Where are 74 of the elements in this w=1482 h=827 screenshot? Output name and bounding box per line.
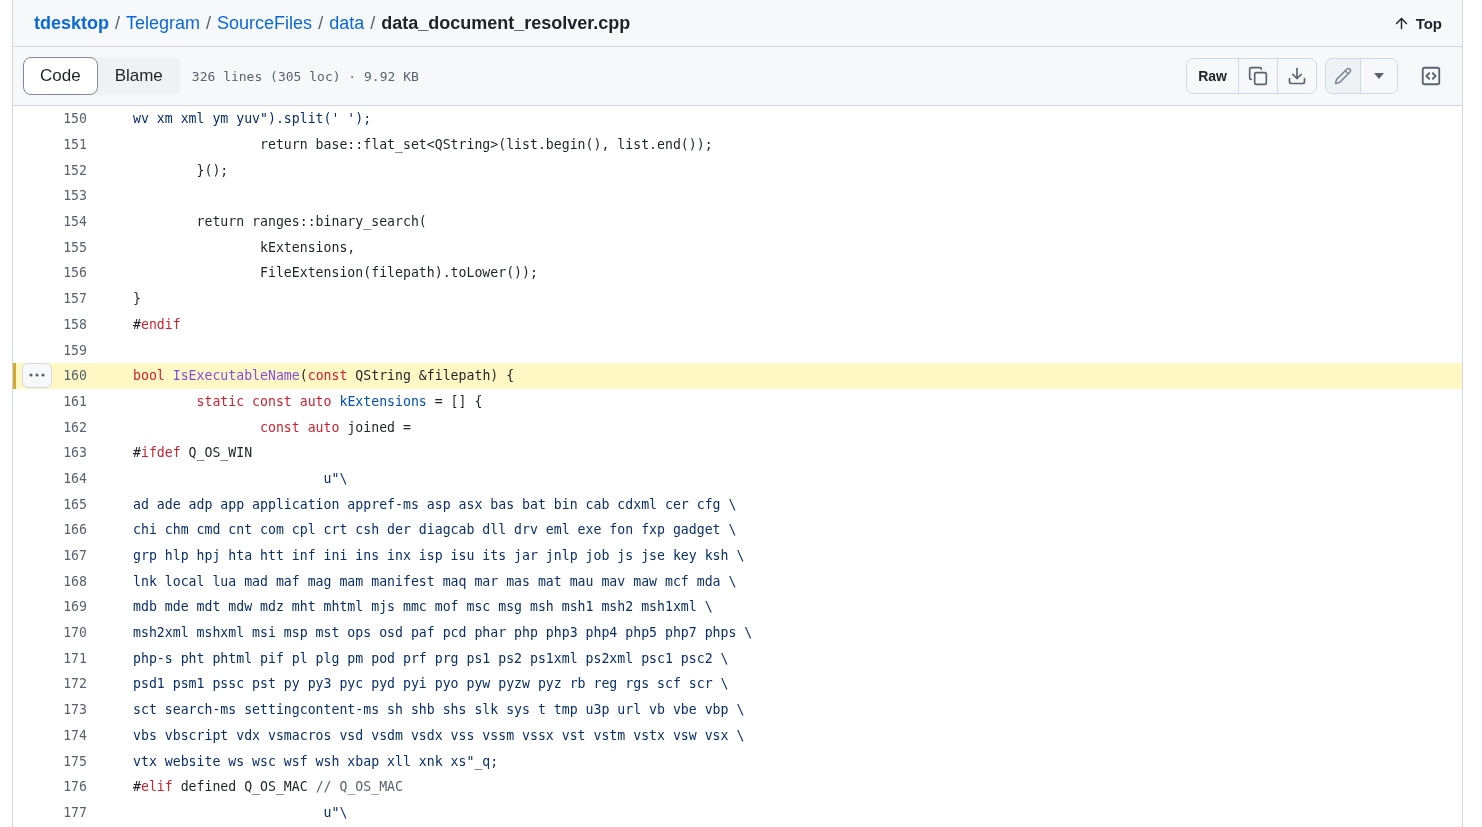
code-line: psd1 psm1 pssc pst py py3 pyc pyd pyi pyo pyw pyzw pyz rb reg rgs scf scr \ (133, 676, 729, 692)
code-line: chi chm cmd cnt com cpl crt csh der diagcab dll drv eml exe fon fxp gadget \ (133, 522, 737, 538)
caret-icon (1374, 73, 1384, 79)
breadcrumb-separator: / (206, 12, 212, 34)
line-number[interactable]: 154 (13, 214, 87, 230)
line-number[interactable]: 169 (13, 599, 87, 615)
code-line: grp hlp hpj hta htt inf ini ins inx isp isu its jar jnlp job js jse key ksh \ (133, 548, 745, 564)
code-line: static const auto kExtensions = [] { (195, 393, 483, 409)
file-info: 326 lines (305 loc) · 9.92 KB (191, 68, 420, 84)
code-line: php-s pht phtml pif pl plg pm pod prf prg ps1 ps2 ps1xml ps2xml psc1 psc2 \ (133, 650, 729, 666)
code-line: #elif defined Q_OS_MAC // Q_OS_MAC (133, 779, 403, 795)
code-line: #ifdef Q_OS_WIN (133, 445, 253, 461)
ellipsis-icon (29, 373, 45, 378)
line-number[interactable]: 155 (13, 239, 87, 255)
breadcrumb-link[interactable]: Telegram (126, 12, 201, 34)
line-number[interactable]: 151 (13, 137, 87, 153)
code-line: } (133, 291, 141, 307)
line-number[interactable]: 172 (13, 676, 87, 692)
code-line: }(); (195, 162, 229, 178)
line-number[interactable]: 177 (13, 804, 87, 820)
line-number[interactable]: 152 (13, 162, 87, 178)
file-name: data_document_resolver.cpp (381, 12, 631, 34)
code-line: const auto joined = (259, 419, 411, 435)
line-number[interactable]: 166 (13, 522, 87, 538)
code-line: mdb mde mdt mdw mdz mht mhtml mjs mmc mof msc msg msh msh1 msh2 msh1xml \ (133, 599, 713, 615)
line-number[interactable]: 174 (13, 727, 87, 743)
line-number[interactable]: 176 (13, 779, 87, 795)
line-number[interactable]: 160 (13, 368, 87, 384)
code-line: wv xm xml ym yuv").split(' '); (133, 111, 372, 127)
line-number[interactable]: 156 (13, 265, 87, 281)
line-number[interactable]: 165 (13, 496, 87, 512)
code-line: FileExtension(filepath).toLower()); (259, 265, 538, 281)
line-number[interactable]: 161 (13, 393, 87, 409)
code-line: u"\ (322, 804, 348, 820)
code-line: vtx website ws wsc wsf wsh xbap xll xnk xs"_q; (133, 753, 499, 769)
view-tab[interactable]: Code (23, 57, 98, 95)
code-line: return base::flat_set<QString>(list.begin(), list.end()); (259, 137, 713, 153)
copy-icon (1248, 66, 1268, 86)
code-line: msh2xml mshxml msi msp mst ops osd paf pcd phar php php3 php4 php5 php7 phps \ (133, 625, 753, 641)
code-line: u"\ (322, 470, 348, 486)
code-icon (1420, 65, 1442, 87)
line-number[interactable]: 173 (13, 702, 87, 718)
line-number[interactable]: 158 (13, 316, 87, 332)
download-icon (1287, 66, 1307, 86)
breadcrumb-link[interactable]: data (329, 12, 365, 34)
line-number[interactable]: 150 (13, 111, 87, 127)
code-line: ad ade adp app application appref-ms asp asx bas bat bin cab cdxml cer cfg \ (133, 496, 737, 512)
more-edit-button[interactable] (1360, 59, 1397, 93)
breadcrumb-separator: / (318, 12, 324, 34)
line-number[interactable]: 157 (13, 291, 87, 307)
breadcrumb-link[interactable]: tdesktop (34, 12, 109, 34)
breadcrumb-link[interactable]: SourceFiles (217, 12, 313, 34)
line-number[interactable]: 153 (13, 188, 87, 204)
line-number[interactable]: 170 (13, 625, 87, 641)
code-line: lnk local lua mad maf mag mam manifest maq mar mas mat mau mav maw mcf mda \ (133, 573, 737, 589)
code-line: bool IsExecutableName(const QString &filepath) { (133, 368, 515, 384)
line-number[interactable]: 162 (13, 419, 87, 435)
top-link[interactable]: Top (1392, 14, 1442, 32)
line-number[interactable]: 168 (13, 573, 87, 589)
code-line: vbs vbscript vdx vsmacros vsd vsdm vsdx vss vssm vssx vst vstm vstx vsw vsx \ (133, 727, 745, 743)
code-line: #endif (133, 316, 181, 332)
line-number[interactable]: 175 (13, 753, 87, 769)
line-number[interactable]: 163 (13, 445, 87, 461)
code-line: kExtensions, (259, 239, 356, 255)
line-number[interactable]: 164 (13, 470, 87, 486)
line-number[interactable]: 159 (13, 342, 87, 358)
breadcrumb-separator: / (115, 12, 121, 34)
line-number[interactable]: 171 (13, 650, 87, 666)
code-line: return ranges::binary_search( (195, 214, 427, 230)
pencil-icon (1334, 67, 1352, 85)
breadcrumb-separator: / (370, 12, 376, 34)
code-line: sct search-ms settingcontent-ms sh shb shs slk sys t tmp u3p url vb vbe vbp \ (133, 702, 745, 718)
line-number[interactable]: 167 (13, 548, 87, 564)
view-tab[interactable]: Blame (97, 57, 180, 95)
